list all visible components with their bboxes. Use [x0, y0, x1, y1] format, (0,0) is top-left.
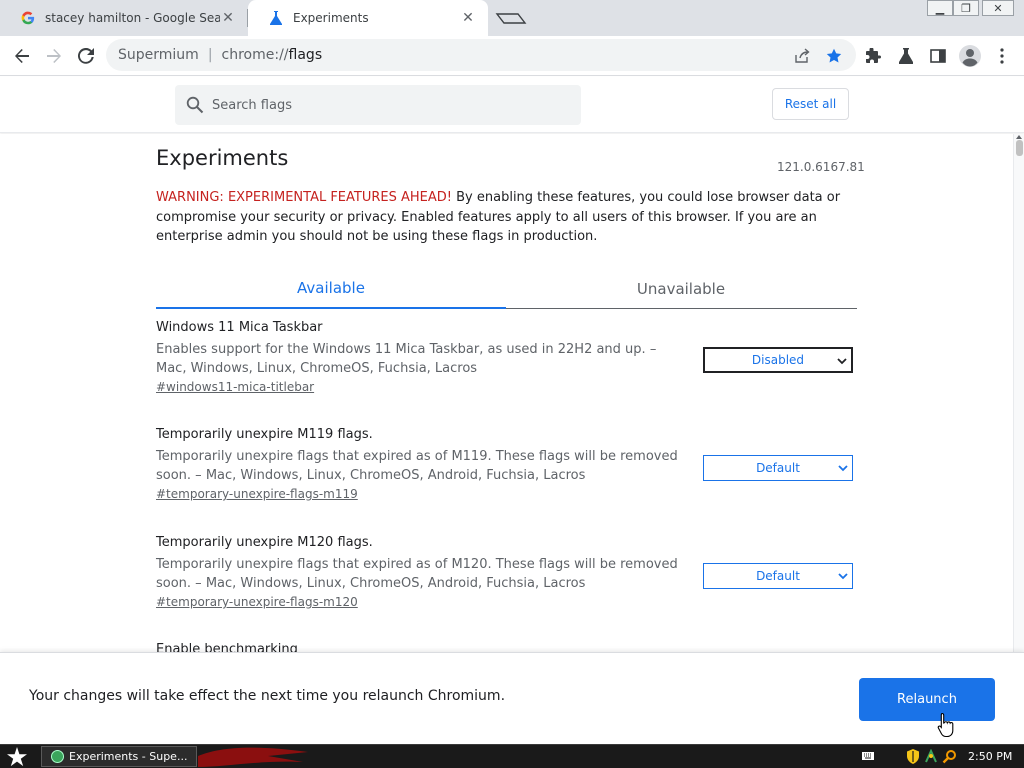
url-prefix: chrome:// [221, 47, 289, 63]
flag-description: Temporarily unexpire flags that expired … [156, 557, 678, 591]
flag-state-select[interactable]: Disabled [703, 347, 853, 373]
restore-icon: ❐ [961, 1, 971, 15]
side-panel-icon [930, 49, 946, 63]
flag-name: Temporarily unexpire M120 flags. [156, 535, 373, 550]
url-text: chrome://flags [222, 47, 323, 63]
puzzle-icon [866, 48, 881, 63]
flag-name: Windows 11 Mica Taskbar [156, 320, 323, 335]
url-page: flags [288, 47, 323, 63]
forward-button[interactable] [40, 42, 68, 70]
tab-google-search[interactable]: stacey hamilton - Google Search ✕ [0, 0, 248, 36]
relaunch-button[interactable]: Relaunch [859, 678, 995, 721]
lab-flask-icon [899, 48, 913, 64]
chevron-down-icon [838, 573, 848, 580]
red-flame-decoration [198, 747, 308, 767]
flag-name: Enable benchmarking [156, 642, 298, 652]
tab-title: Experiments [293, 11, 369, 25]
shield-icon[interactable] [906, 749, 920, 764]
flag-item: Temporarily unexpire M119 flags. Tempora… [156, 427, 856, 501]
relaunch-message: Your changes will take effect the next t… [29, 688, 506, 704]
reload-icon [78, 48, 94, 64]
flag-link[interactable]: #temporary-unexpire-flags-m119 [156, 487, 856, 501]
forward-arrow-icon [47, 49, 61, 63]
google-icon [20, 10, 36, 26]
flags-content: Experiments 121.0.6167.81 WARNING: EXPER… [0, 134, 1013, 652]
site-name: Supermium [118, 47, 199, 63]
browser-toolbar: Supermium | chrome://flags [0, 36, 1024, 76]
tab-title: stacey hamilton - Google Search [45, 11, 220, 25]
flag-state-select[interactable]: Default [703, 455, 853, 481]
search-flags-box[interactable] [175, 85, 581, 125]
chevron-down-icon [837, 358, 847, 365]
flag-state-value: Disabled [751, 353, 805, 367]
address-bar[interactable]: Supermium | chrome://flags [106, 39, 856, 71]
new-tab-button[interactable] [494, 8, 528, 28]
tab-close-icon[interactable]: ✕ [220, 10, 236, 26]
warning-text: WARNING: EXPERIMENTAL FEATURES AHEAD! By… [156, 188, 856, 247]
flag-name: Temporarily unexpire M119 flags. [156, 427, 373, 442]
scroll-up-icon[interactable] [1016, 135, 1022, 139]
flag-description: Temporarily unexpire flags that expired … [156, 449, 678, 483]
search-tray-icon[interactable] [942, 749, 957, 764]
hand-cursor-icon [937, 712, 954, 738]
side-panel-button[interactable] [924, 42, 952, 70]
flags-header: Reset all [0, 77, 1024, 133]
flag-item: Temporarily unexpire M120 flags. Tempora… [156, 535, 856, 609]
flag-link[interactable]: #temporary-unexpire-flags-m120 [156, 595, 856, 609]
taskbar-app-button[interactable]: Experiments - Supe... [41, 746, 197, 767]
flag-state-value: Default [756, 461, 800, 475]
omnibox-separator: | [207, 47, 213, 63]
flag-state-value: Default [756, 569, 800, 583]
profile-button[interactable] [956, 42, 984, 70]
minimize-icon: ▁ [935, 1, 945, 15]
back-arrow-icon [15, 49, 29, 63]
tab-strip: stacey hamilton - Google Search ✕ Experi… [0, 0, 1024, 36]
bookmark-button[interactable] [820, 42, 848, 70]
os-taskbar: Experiments - Supe... 2:50 PM [0, 744, 1024, 768]
scrollbar[interactable] [1013, 134, 1024, 652]
flag-description: Enables support for the Windows 11 Mica … [156, 342, 657, 376]
share-icon [795, 48, 810, 63]
flag-item: Windows 11 Mica Taskbar Enables support … [156, 320, 856, 394]
page-title: Experiments [156, 146, 289, 170]
search-icon [186, 96, 204, 114]
share-button[interactable] [788, 42, 816, 70]
flag-item: Enable benchmarking [156, 642, 856, 652]
version-number: 121.0.6167.81 [777, 160, 865, 174]
browser-app-icon [51, 750, 64, 763]
flag-link[interactable]: #windows11-mica-titlebar [156, 380, 856, 394]
extensions-button[interactable] [860, 42, 888, 70]
reset-all-button[interactable]: Reset all [772, 88, 849, 120]
minimize-button[interactable]: ▁ [927, 0, 953, 16]
window-close-button[interactable]: ✕ [982, 0, 1014, 16]
close-icon: ✕ [993, 1, 1003, 15]
relaunch-bar: Your changes will take effect the next t… [0, 652, 1024, 744]
taskbar-app-label: Experiments - Supe... [69, 750, 188, 763]
tab-available[interactable]: Available [156, 268, 506, 309]
reload-button[interactable] [72, 42, 100, 70]
flag-state-select[interactable]: Default [703, 563, 853, 589]
more-vert-icon [1000, 48, 1004, 64]
tab-unavailable[interactable]: Unavailable [506, 268, 856, 309]
scrollbar-thumb[interactable] [1016, 140, 1023, 156]
menu-button[interactable] [988, 42, 1016, 70]
search-flags-input[interactable] [212, 97, 552, 113]
keyboard-icon[interactable] [861, 749, 875, 763]
flask-icon [268, 10, 284, 26]
labs-button[interactable] [892, 42, 920, 70]
system-clock[interactable]: 2:50 PM [968, 750, 1012, 763]
back-button[interactable] [8, 42, 36, 70]
network-icon[interactable] [924, 749, 938, 764]
avatar-icon [959, 45, 981, 67]
star-icon [826, 48, 842, 63]
start-button[interactable] [6, 746, 30, 768]
chevron-down-icon [838, 465, 848, 472]
tab-experiments[interactable]: Experiments ✕ [248, 0, 488, 36]
warning-label: WARNING: EXPERIMENTAL FEATURES AHEAD! [156, 190, 452, 205]
tab-close-icon[interactable]: ✕ [460, 10, 476, 26]
star-logo-icon [7, 747, 27, 767]
restore-button[interactable]: ❐ [953, 0, 979, 16]
flags-tabs: Available Unavailable [156, 268, 857, 309]
